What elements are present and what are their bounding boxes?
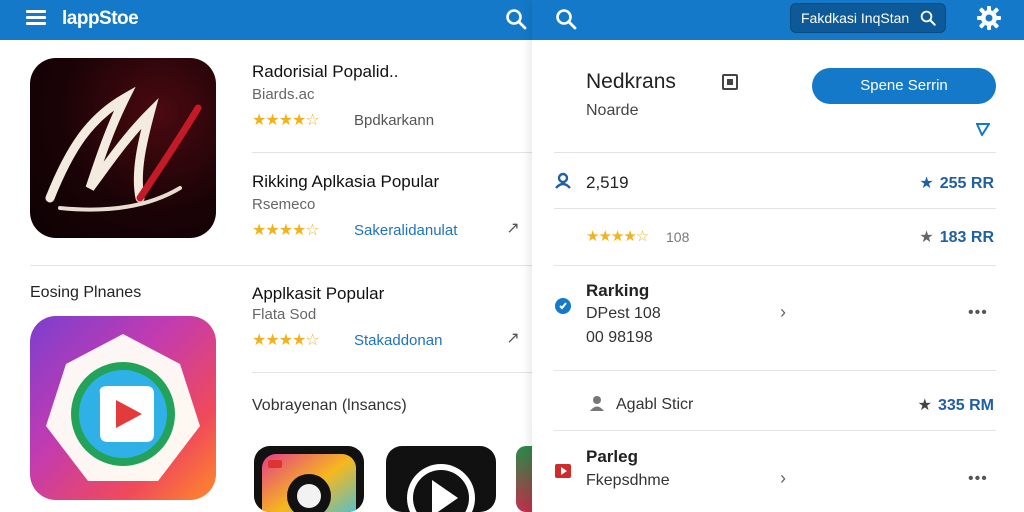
app-thumbnail-partial[interactable] — [516, 446, 532, 512]
menu-icon[interactable] — [26, 10, 46, 26]
divider — [252, 372, 532, 373]
star-icon: ★ — [919, 229, 934, 246]
person-icon — [555, 172, 571, 189]
app-icon-2[interactable] — [30, 316, 216, 500]
divider — [554, 430, 996, 431]
play-icon — [555, 464, 571, 478]
row-value: ★ 183 RR — [919, 227, 994, 247]
star-icon: ★ — [919, 175, 934, 192]
top-bar-right: Fakdkasi InqStan — [532, 0, 1024, 40]
app-title-1[interactable]: Radorisial Popalid.. — [252, 62, 398, 82]
divider — [30, 265, 532, 266]
app-thumbnail-camera[interactable] — [254, 446, 364, 512]
row-count: 2,519 — [586, 173, 629, 192]
row-title: Rarking — [586, 281, 650, 300]
share-icon[interactable]: ↗ — [504, 220, 522, 238]
star-icon: ★ — [917, 397, 932, 414]
shield-icon — [555, 298, 571, 314]
divider — [252, 152, 532, 153]
divider — [554, 265, 996, 266]
app-title-2[interactable]: Rikking Aplkasia Popular — [252, 172, 439, 192]
app-subtitle-2: Rsemeco — [252, 196, 316, 213]
divider — [554, 370, 996, 371]
gear-icon[interactable] — [976, 5, 1002, 31]
rating-count: 108 — [666, 229, 690, 245]
primary-button[interactable]: Spene Serrin — [812, 68, 996, 104]
left-pane: lappStoe Radorisial Popalid.. Biards.ac … — [0, 0, 532, 512]
app-icon-1[interactable] — [30, 58, 216, 238]
rating-stars-1: ★★★★☆ — [252, 112, 320, 129]
row-value: ★ 335 RM — [918, 395, 994, 415]
row-value-text: 335 RM — [937, 397, 994, 414]
more-icon[interactable]: ••• — [968, 470, 988, 488]
divider — [554, 208, 996, 209]
row-value: ★ 255 RR — [919, 173, 994, 193]
top-bar: lappStoe — [0, 0, 532, 40]
search-icon[interactable] — [554, 7, 578, 31]
app-link-1[interactable]: Bpdkarkann — [354, 112, 434, 129]
detail-title: Nedkrans — [586, 70, 676, 93]
right-pane: Fakdkasi InqStan Nedkrans Noarde Spene S… — [532, 0, 1024, 512]
section-label-2: Vobrayenan (lnsancs) — [252, 397, 407, 414]
chevron-right-icon[interactable]: › — [780, 302, 786, 323]
rating-stars-3: ★★★★☆ — [252, 332, 320, 349]
row-line: 00 98198 — [586, 329, 653, 346]
app-link-2[interactable]: Sakeralidanulat — [354, 222, 457, 239]
square-icon[interactable] — [722, 74, 738, 90]
search-icon — [920, 10, 936, 26]
share-icon[interactable]: ↗ — [504, 330, 522, 348]
rating-stars-2: ★★★★☆ — [252, 222, 320, 239]
row-line: Fkepsdhme — [586, 472, 670, 489]
app-brand: lappStoe — [62, 8, 139, 29]
app-link-3[interactable]: Stakaddonan — [354, 332, 442, 349]
row-value-text: 255 RR — [939, 175, 994, 192]
app-thumbnail-play[interactable] — [386, 446, 496, 512]
app-subtitle-1: Biards.ac — [252, 86, 315, 103]
app-subtitle-3: Flata Sod — [252, 306, 317, 323]
detail-subtitle: Noarde — [586, 102, 639, 119]
person-icon — [590, 396, 604, 411]
app-title-3[interactable]: Applkasit Popular — [252, 284, 384, 304]
rating-stars: ★★★★☆ — [586, 228, 649, 245]
row-line: DPest 108 — [586, 305, 661, 322]
more-icon[interactable]: ••• — [968, 304, 988, 322]
row-value-text: 183 RR — [939, 229, 994, 246]
chevron-right-icon[interactable]: › — [780, 468, 786, 489]
search-icon[interactable] — [504, 7, 528, 31]
section-label: Eosing Plnanes — [30, 284, 142, 301]
search-field[interactable]: Fakdkasi InqStan — [790, 3, 946, 33]
flag-icon[interactable] — [976, 122, 990, 136]
search-field-text: Fakdkasi InqStan — [801, 10, 910, 26]
row-label: Agabl Sticr — [616, 396, 694, 413]
divider — [554, 152, 996, 153]
row-title: Parleg — [586, 447, 638, 466]
